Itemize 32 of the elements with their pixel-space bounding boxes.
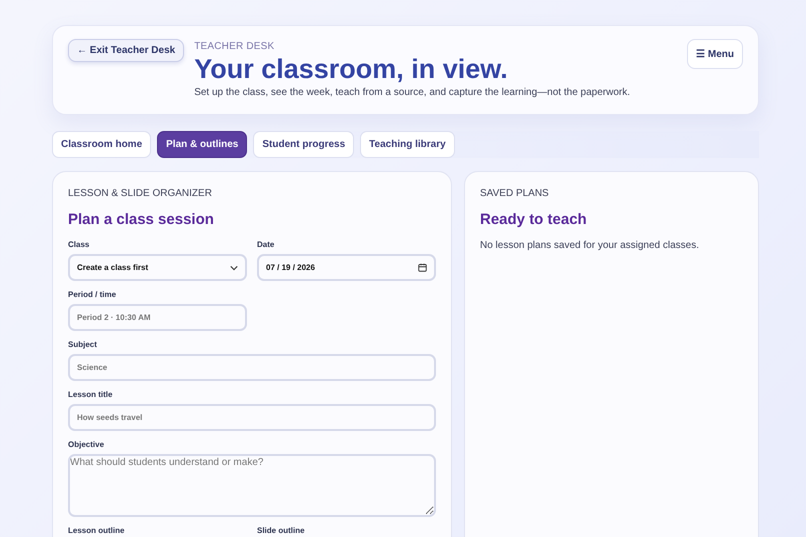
field-label: Date bbox=[257, 240, 276, 249]
calendar-icon[interactable] bbox=[418, 263, 427, 272]
tab[interactable]: Teaching library bbox=[360, 131, 455, 158]
card-eyebrow: SAVED PLANS bbox=[480, 188, 550, 199]
text-field[interactable]: Period 2 · 10:30 AM bbox=[68, 304, 247, 331]
field-label: Period / time bbox=[68, 290, 118, 299]
section-eyebrow: TEACHER DESK bbox=[194, 41, 276, 52]
chevron-down-icon bbox=[230, 264, 238, 270]
card-eyebrow: LESSON & SLIDE ORGANIZER bbox=[68, 188, 213, 199]
empty-message: No lesson plans saved for your assigned classes. bbox=[480, 240, 700, 251]
tab[interactable]: Classroom home bbox=[52, 131, 152, 158]
exit-button[interactable]: ← Exit Teacher Desk bbox=[68, 39, 184, 62]
dropdown-value: Create a class first bbox=[77, 263, 148, 272]
tab[interactable]: Plan & outlines bbox=[157, 131, 248, 158]
date-field[interactable]: 07 / 19 / 2026 bbox=[257, 254, 436, 281]
text-field[interactable]: How seeds travel bbox=[68, 404, 436, 431]
field-label: Lesson outline bbox=[68, 526, 126, 535]
class-dropdown[interactable]: Create a class first bbox=[68, 254, 247, 281]
text-field[interactable]: Science bbox=[68, 354, 436, 381]
field-label: Lesson title bbox=[68, 390, 114, 399]
date-value: 07 / 19 / 2026 bbox=[266, 263, 315, 272]
card-title: Ready to teach bbox=[480, 211, 588, 228]
card-title: Plan a class session bbox=[68, 211, 215, 228]
page-title: Your classroom, in view. bbox=[194, 54, 509, 84]
field-label: Class bbox=[68, 240, 90, 249]
page-subtitle: Set up the class, see the week, teach from a source, and capture the learning—not the paperwork. bbox=[194, 87, 632, 98]
objective-field[interactable]: What should students understand or make? bbox=[68, 454, 436, 517]
field-label: Subject bbox=[68, 340, 98, 349]
menu-button[interactable]: ☰ Menu bbox=[687, 39, 743, 69]
field-label: Objective bbox=[68, 440, 106, 449]
tab[interactable]: Student progress bbox=[253, 131, 354, 158]
field-label: Slide outline bbox=[257, 526, 306, 535]
